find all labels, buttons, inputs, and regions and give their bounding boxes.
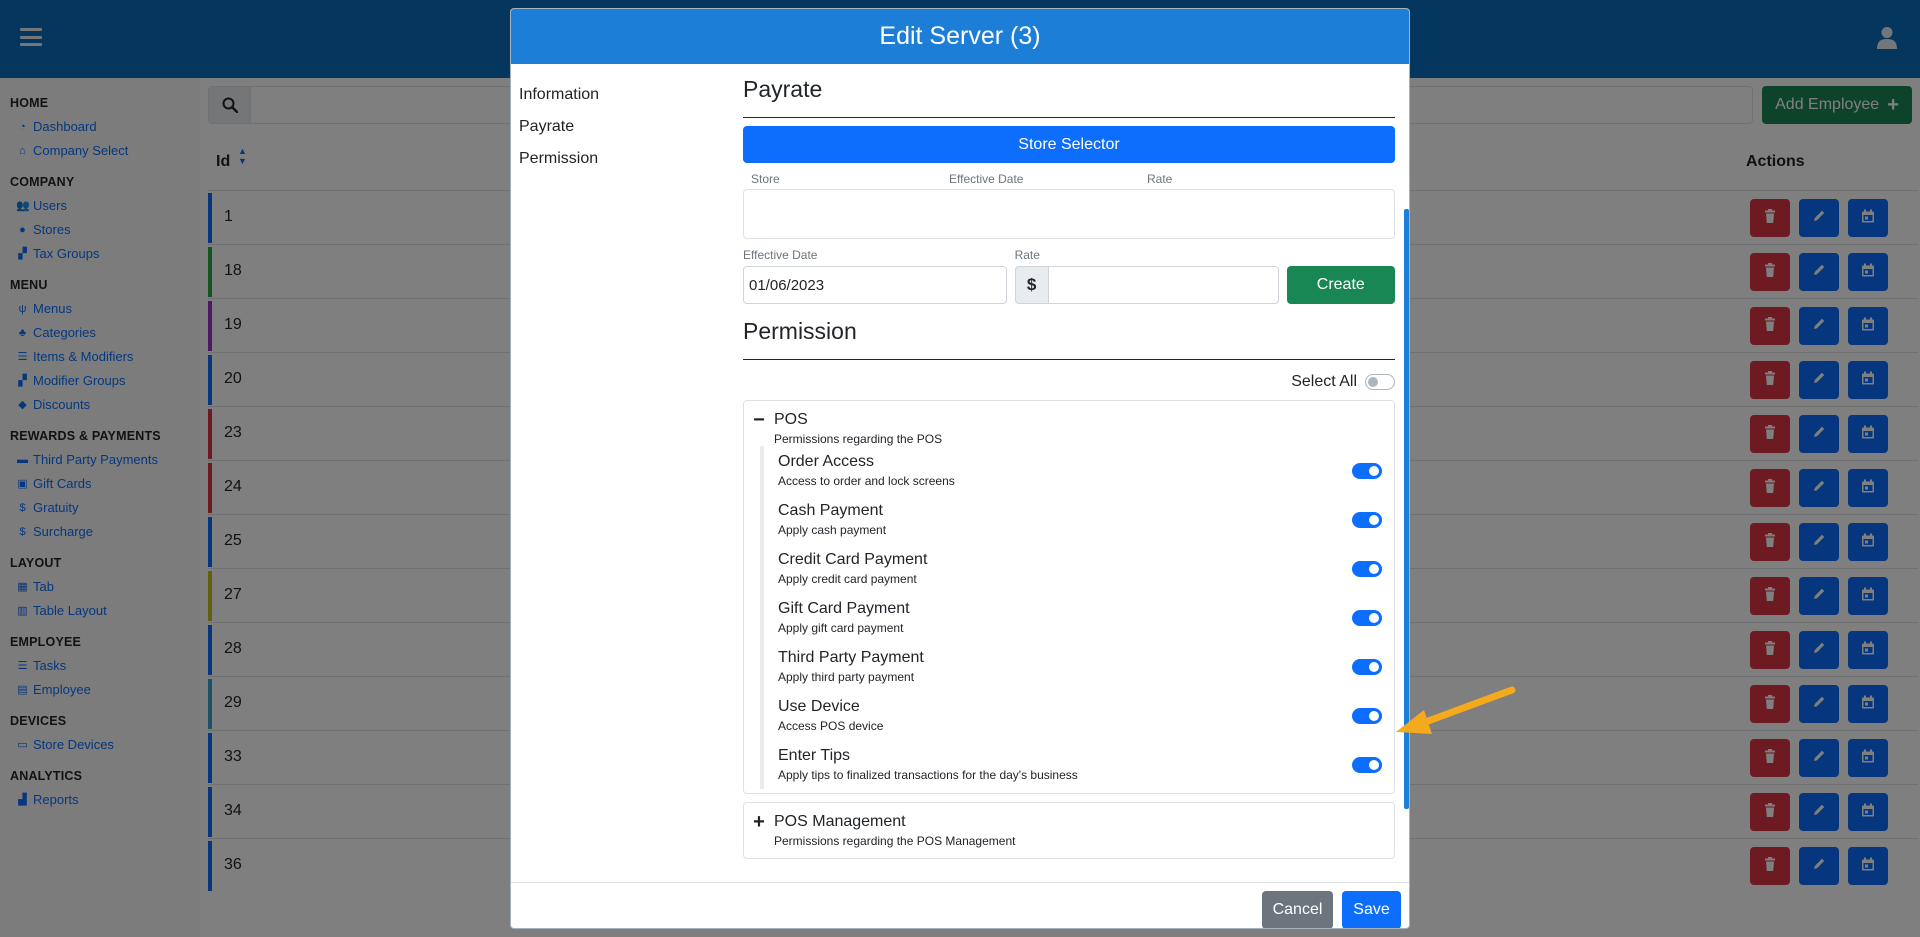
permission-group-header[interactable]: − POS <box>752 410 1384 430</box>
permission-toggle[interactable] <box>1352 756 1382 773</box>
permission-desc: Apply credit card payment <box>778 572 917 586</box>
col-rate: Rate <box>1147 172 1173 186</box>
col-store: Store <box>751 172 780 186</box>
minus-icon[interactable]: − <box>752 410 766 430</box>
select-all-toggle[interactable] <box>1365 374 1395 390</box>
select-all-row: Select All <box>743 372 1395 392</box>
permission-item: Order Access Access to order and lock scr… <box>778 446 1384 495</box>
payrate-section: Payrate Store Selector Store Effective D… <box>743 76 1395 304</box>
annotation-arrow-icon <box>1396 686 1516 734</box>
payrate-form: Effective Date 01/06/2023 Rate $ Create <box>743 248 1395 304</box>
permission-name: Third Party Payment <box>778 649 924 666</box>
modal-title: Edit Server (3) <box>511 9 1409 64</box>
permission-group-title: POS Management <box>774 813 906 830</box>
permission-group: − POS Permissions regarding the POS Order A… <box>743 400 1395 794</box>
permission-item: Gift Card Payment Apply gift card payment <box>778 593 1384 642</box>
permission-item: Cash Payment Apply cash payment <box>778 495 1384 544</box>
permission-group-desc: Permissions regarding the POS <box>774 432 943 446</box>
rate-label: Rate <box>1014 248 1040 262</box>
permission-groups: − POS Permissions regarding the POS Order A… <box>743 400 1395 859</box>
permission-desc: Apply gift card payment <box>778 621 904 635</box>
permission-group-title: POS <box>774 411 808 428</box>
payrate-table-header: Store Effective Date Rate <box>743 172 1395 186</box>
permission-item: Third Party Payment Apply third party pay… <box>778 642 1384 691</box>
permission-group-header[interactable]: + POS Management <box>752 812 1384 832</box>
permission-toggle[interactable] <box>1352 658 1382 675</box>
nav-permission[interactable]: Permission <box>519 143 599 175</box>
permission-name: Order Access <box>778 453 875 470</box>
permission-name: Cash Payment <box>778 502 883 519</box>
effective-date-input[interactable]: 01/06/2023 <box>743 266 1007 304</box>
permission-name: Use Device <box>778 698 860 715</box>
col-effective-date: Effective Date <box>949 172 1024 186</box>
payrate-title: Payrate <box>743 76 1395 118</box>
select-all-label: Select All <box>1291 373 1357 390</box>
create-button[interactable]: Create <box>1286 266 1395 304</box>
permission-name: Credit Card Payment <box>778 551 928 568</box>
permission-title: Permission <box>743 318 1395 360</box>
permission-section: Permission Select All − POS Permissions re… <box>743 318 1395 859</box>
permission-group: + POS Management Permissions regarding the… <box>743 802 1395 859</box>
permission-toggle[interactable] <box>1352 462 1382 479</box>
edit-server-modal: Edit Server (3) Information Payrate Perm… <box>510 8 1410 929</box>
plus-icon[interactable]: + <box>752 812 766 832</box>
permission-group-desc: Permissions regarding the POS Management <box>774 834 1016 848</box>
modal-section-nav: Information Payrate Permission <box>519 79 599 175</box>
permission-list: Order Access Access to order and lock scr… <box>760 446 1384 789</box>
permission-desc: Apply third party payment <box>778 670 915 684</box>
permission-name: Enter Tips <box>778 747 851 764</box>
permission-item: Enter Tips Apply tips to finalized transa… <box>778 740 1384 789</box>
permission-toggle[interactable] <box>1352 560 1382 577</box>
rate-input[interactable] <box>1048 266 1279 304</box>
permission-toggle[interactable] <box>1352 609 1382 626</box>
nav-payrate[interactable]: Payrate <box>519 111 599 143</box>
currency-addon: $ <box>1014 266 1049 304</box>
permission-item: Use Device Access POS device <box>778 691 1384 740</box>
permission-desc: Access POS device <box>778 719 884 733</box>
permission-toggle[interactable] <box>1352 707 1382 724</box>
modal-footer: Cancel Save <box>511 882 1409 928</box>
permission-desc: Apply tips to finalized transactions for… <box>778 768 1078 782</box>
save-button[interactable]: Save <box>1342 891 1401 928</box>
payrate-list <box>743 189 1395 239</box>
effective-date-label: Effective Date <box>743 248 818 262</box>
permission-item: Credit Card Payment Apply credit card pay… <box>778 544 1384 593</box>
modal-body: Payrate Store Selector Store Effective D… <box>743 64 1395 882</box>
permission-name: Gift Card Payment <box>778 600 910 617</box>
permission-toggle[interactable] <box>1352 511 1382 528</box>
store-selector-button[interactable]: Store Selector <box>743 126 1395 163</box>
nav-information[interactable]: Information <box>519 79 599 111</box>
permission-desc: Access to order and lock screens <box>778 474 955 488</box>
permission-desc: Apply cash payment <box>778 523 887 537</box>
cancel-button[interactable]: Cancel <box>1262 891 1333 928</box>
